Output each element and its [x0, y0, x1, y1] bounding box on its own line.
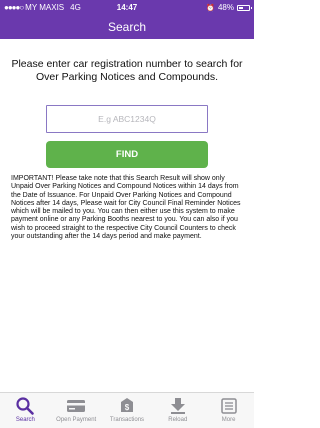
more-icon: [219, 396, 239, 416]
card-icon: [66, 396, 86, 416]
status-time: 14:47: [116, 3, 138, 12]
search-icon: [15, 396, 35, 416]
battery-icon: [237, 4, 252, 11]
svg-text:$: $: [125, 403, 130, 412]
page-title: Search: [107, 20, 147, 34]
tab-search[interactable]: Search: [0, 396, 50, 423]
tab-label: More: [221, 417, 236, 423]
tab-label: Reload: [168, 417, 188, 423]
transactions-icon: $: [117, 396, 137, 416]
tab-more[interactable]: More: [204, 396, 254, 423]
tab-bar: Search Open Payment $ Transactions Reloa…: [0, 392, 254, 428]
find-button[interactable]: FIND: [46, 141, 208, 168]
battery-level-fill: [239, 6, 243, 9]
status-bar: ●●●●○ MY MAXIS 4G 14:47 ⏰ 48%: [0, 0, 254, 15]
navigation-bar: Search: [0, 15, 254, 39]
registration-number-input[interactable]: [46, 105, 208, 133]
important-notice: IMPORTANT! Please take note that this Se…: [11, 175, 241, 241]
tab-label: Search: [15, 417, 35, 423]
tab-open-payment[interactable]: Open Payment: [51, 396, 101, 423]
search-instructions: Please enter car registration number to …: [11, 58, 243, 83]
tab-transactions[interactable]: $ Transactions: [102, 396, 152, 423]
tab-label: Transactions: [109, 417, 145, 423]
tab-label: Open Payment: [56, 417, 97, 423]
tab-reload[interactable]: Reload: [153, 396, 203, 423]
reload-icon: [168, 396, 188, 416]
